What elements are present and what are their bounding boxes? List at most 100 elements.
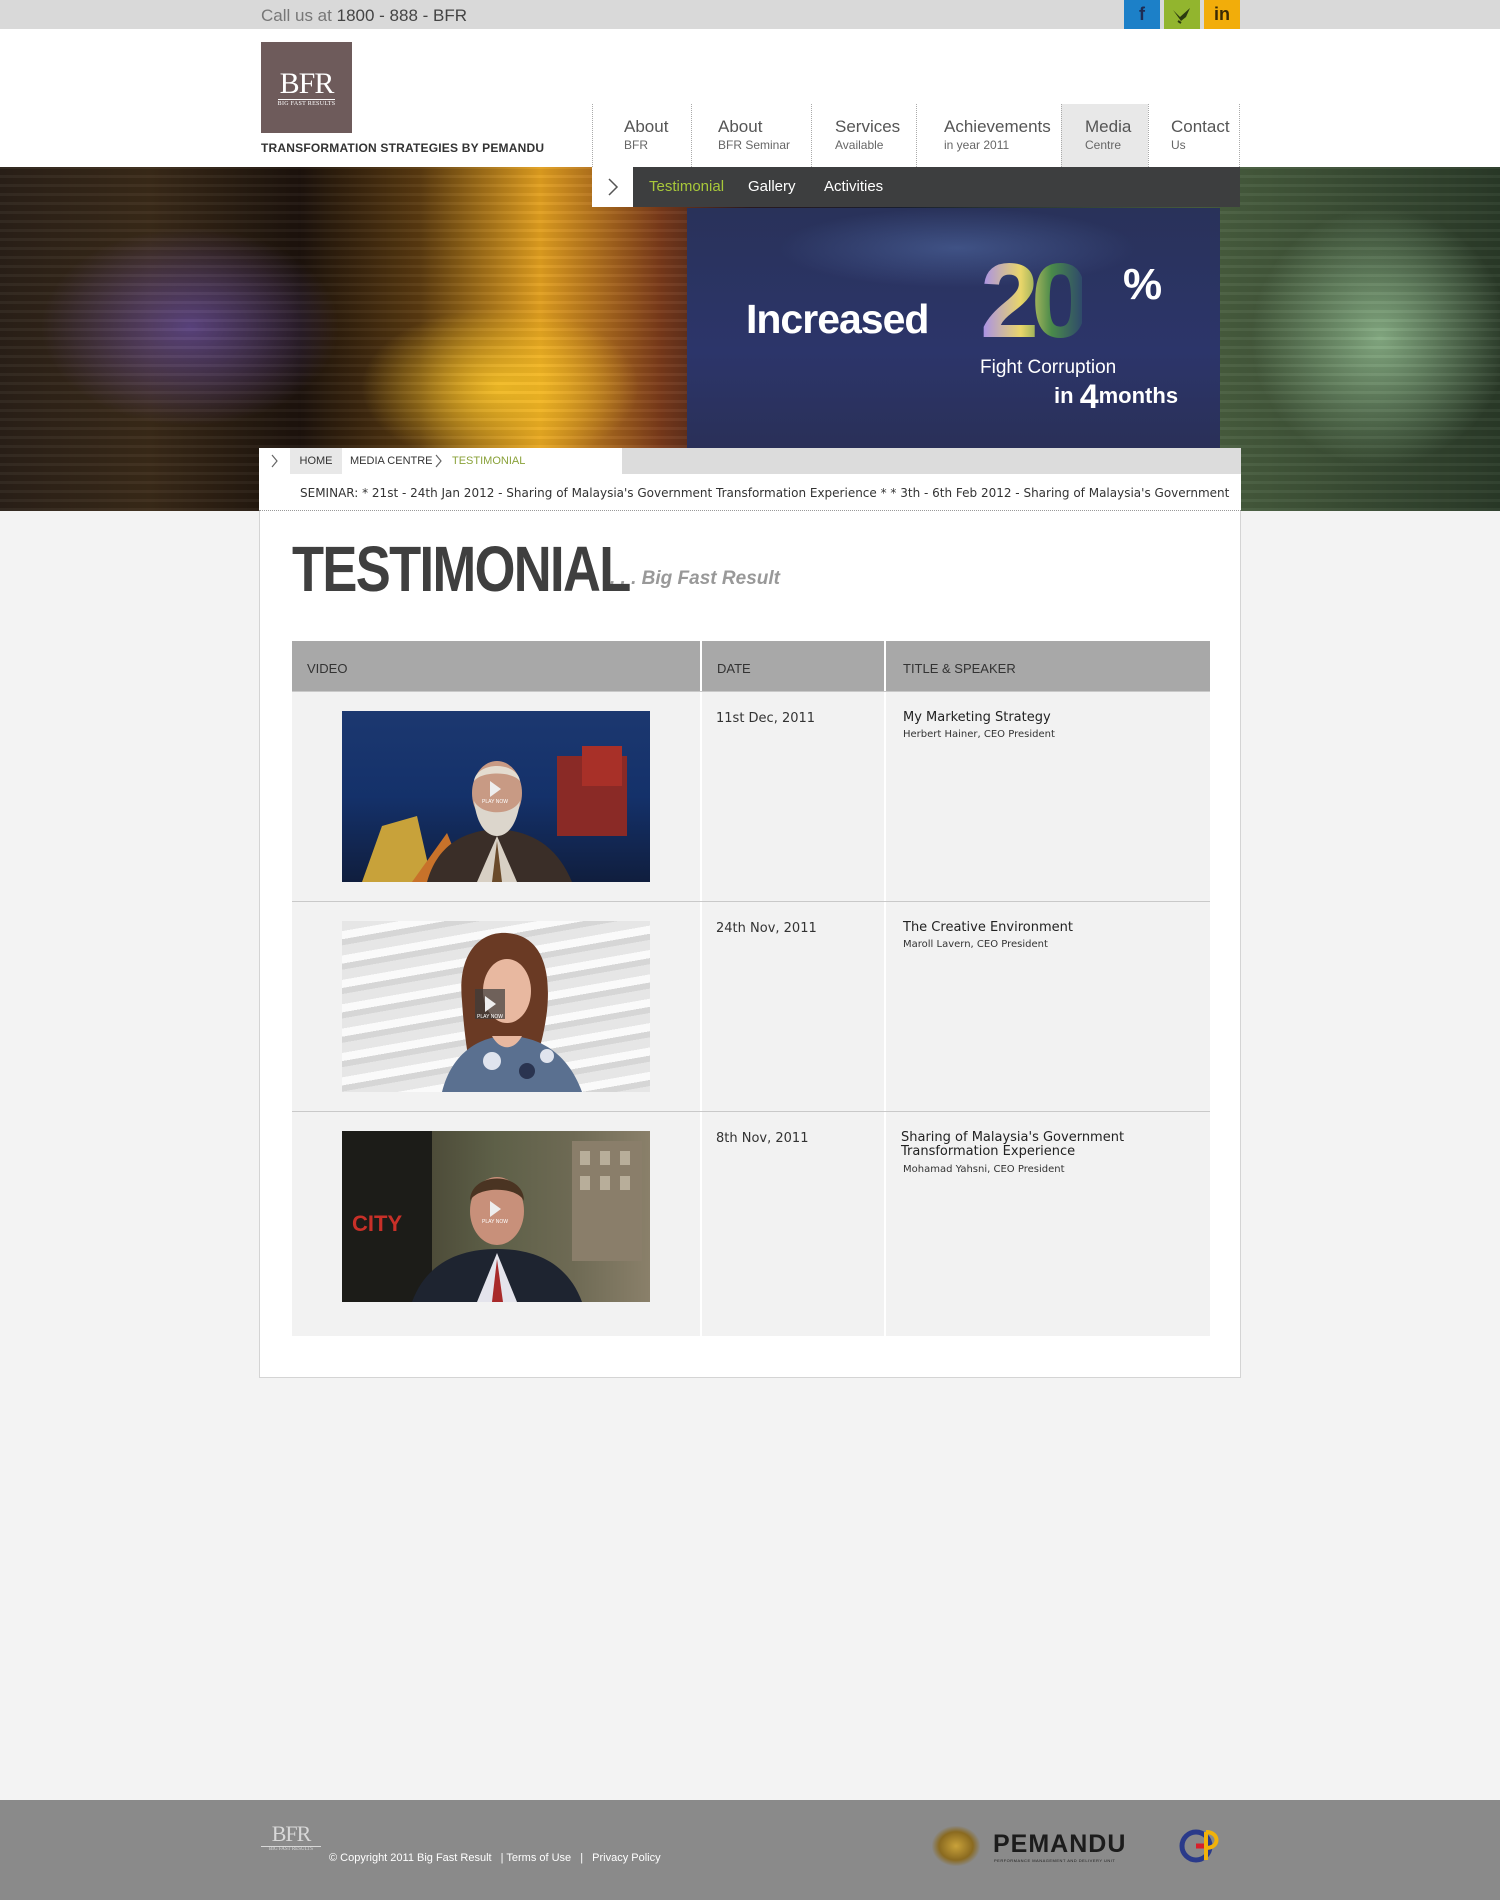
facebook-icon[interactable]: f [1124, 0, 1160, 29]
play-icon [489, 781, 501, 797]
promo-caption: Fight Corruption [980, 357, 1117, 378]
phone-line: Call us at 1800 - 888 - BFR [261, 6, 467, 26]
nav-label: Contact [1171, 117, 1230, 136]
video-title[interactable]: Sharing of Malaysia's Government Transfo… [901, 1131, 1141, 1159]
nav-achievements[interactable]: Achievements in year 2011 [916, 104, 1061, 167]
promo-unit: % [1123, 260, 1163, 309]
page-title: TESTIMONIAL [292, 533, 631, 605]
video-title[interactable]: The Creative Environment [903, 921, 1163, 935]
breadcrumb-media-centre[interactable]: MEDIA CENTRE [350, 455, 433, 467]
breadcrumb-arrow [259, 448, 290, 474]
nav-about-seminar[interactable]: About BFR Seminar [691, 104, 811, 167]
nav-label: Media [1085, 117, 1132, 136]
copyright: © Copyright 2011 Big Fast Result [329, 1852, 492, 1864]
promo-period: in 4months [1054, 378, 1178, 417]
promo-period-suffix: months [1098, 383, 1179, 408]
nav-sublabel: BFR [624, 138, 648, 152]
subnav-activities[interactable]: Activities [824, 178, 883, 195]
site-tagline: TRANSFORMATION STRATEGIES BY PEMANDU [261, 141, 545, 155]
play-icon [489, 1201, 501, 1217]
pemandu-logo[interactable]: PEMANDU PERFORMANCE MANAGEMENT AND DELIV… [932, 1826, 1222, 1870]
bfr-logo[interactable]: BFR BIG FAST RESULTS [261, 42, 352, 133]
footer-logo[interactable]: BFR BIG FAST RESULTS [261, 1822, 321, 1858]
footer-logo-subtext: BIG FAST RESULTS [261, 1846, 321, 1852]
subnav-gallery[interactable]: Gallery [748, 178, 796, 195]
logo-text: BFR [279, 66, 335, 100]
seminar-ticker: SEMINAR: * 21st - 24th Jan 2012 - Sharin… [259, 474, 1241, 511]
nav-label: Services [835, 117, 901, 136]
sub-nav: Testimonial Gallery Activities [592, 167, 1240, 207]
subnav-arrow [592, 167, 633, 207]
nav-sublabel: in year 2011 [944, 138, 1010, 152]
linkedin-icon[interactable]: in [1204, 0, 1240, 29]
video-thumbnail[interactable]: CITY PLAY NOW [342, 1131, 650, 1302]
twitter-icon[interactable] [1164, 0, 1200, 29]
nav-label: About [718, 117, 763, 136]
video-speaker: Mohamad Yahsni, CEO President [903, 1164, 1065, 1175]
site-header: BFR BIG FAST RESULTS TRANSFORMATION STRA… [0, 29, 1500, 167]
video-cell: CITY PLAY NOW [292, 1112, 702, 1336]
chevron-right-icon [271, 454, 278, 468]
gtp-logo-icon [1179, 1829, 1219, 1863]
column-header-date: DATE [702, 641, 886, 691]
main-nav: About BFR About BFR Seminar Services Ava… [592, 104, 1240, 167]
play-button[interactable]: PLAY NOW [482, 1201, 508, 1227]
nav-sublabel: BFR Seminar [718, 138, 791, 152]
promo-lead: Increased [746, 296, 929, 342]
phone-number[interactable]: 1800 - 888 - BFR [337, 6, 467, 25]
partner-name: PEMANDU [993, 1830, 1127, 1858]
site-footer: BFR BIG FAST RESULTS © Copyright 2011 Bi… [0, 1800, 1500, 1900]
date-cell: 8th Nov, 2011 [702, 1112, 886, 1336]
column-header-video: VIDEO [292, 641, 702, 691]
top-bar: Call us at 1800 - 888 - BFR f in [0, 0, 1500, 29]
breadcrumb-trail: MEDIA CENTRE TESTIMONIAL [342, 448, 622, 474]
nav-contact[interactable]: Contact Us [1148, 104, 1240, 167]
video-speaker: Herbert Hainer, CEO President [903, 729, 1055, 740]
play-icon [484, 996, 496, 1012]
chevron-right-icon [607, 178, 618, 196]
breadcrumb-home[interactable]: HOME [290, 448, 342, 474]
play-button[interactable]: PLAY NOW [475, 989, 505, 1020]
partner-subtitle: PERFORMANCE MANAGEMENT AND DELIVERY UNIT [994, 1858, 1116, 1863]
breadcrumb-current: TESTIMONIAL [452, 455, 526, 467]
nav-sublabel: Us [1171, 138, 1186, 152]
video-thumbnail[interactable]: PLAY NOW [342, 921, 650, 1092]
date-cell: 11st Dec, 2011 [702, 692, 886, 901]
terms-link[interactable]: | Terms of Use [501, 1852, 572, 1864]
promo-glow [777, 208, 1137, 288]
play-button[interactable]: PLAY NOW [482, 781, 508, 807]
page-subtitle: . . . Big Fast Result [610, 568, 780, 589]
bird-icon [1173, 7, 1190, 24]
testimonial-table: VIDEO DATE TITLE & SPEAKER PLAY NOW 11st… [292, 641, 1210, 1336]
logo-subtext: BIG FAST RESULTS [277, 98, 336, 107]
main-content: TESTIMONIAL . . . Big Fast Result VIDEO … [259, 511, 1241, 1378]
promo-period-number: 4 [1079, 378, 1099, 416]
nav-label: About [624, 117, 669, 136]
video-thumbnail[interactable]: PLAY NOW [342, 711, 650, 882]
promo-panel: Increased 20 % Fight Corruption in 4mont… [687, 208, 1220, 448]
privacy-link[interactable]: Privacy Policy [592, 1852, 660, 1864]
play-label: PLAY NOW [477, 1014, 503, 1020]
video-cell: PLAY NOW [292, 692, 702, 901]
subnav-testimonial[interactable]: Testimonial [649, 178, 724, 195]
footer-links: © Copyright 2011 Big Fast Result | Terms… [329, 1852, 661, 1864]
video-date: 24th Nov, 2011 [716, 921, 817, 936]
nav-sublabel: Centre [1085, 138, 1122, 152]
table-row: PLAY NOW 11st Dec, 2011 My Marketing Str… [292, 691, 1210, 901]
video-speaker: Maroll Lavern, CEO President [903, 939, 1048, 950]
nav-about-bfr[interactable]: About BFR [592, 104, 691, 167]
column-header-title: TITLE & SPEAKER [903, 661, 1016, 676]
nav-label: Achievements [944, 117, 1051, 136]
table-row: PLAY NOW 24th Nov, 2011 The Creative Env… [292, 901, 1210, 1111]
footer-logo-text: BFR [271, 1821, 312, 1846]
nav-sublabel: Available [835, 138, 884, 152]
ticker-text[interactable]: SEMINAR: * 21st - 24th Jan 2012 - Sharin… [300, 486, 1229, 500]
play-label: PLAY NOW [482, 799, 508, 805]
chevron-right-icon [435, 454, 442, 468]
video-title[interactable]: My Marketing Strategy [903, 711, 1163, 725]
video-date: 8th Nov, 2011 [716, 1131, 809, 1146]
nav-services[interactable]: Services Available [811, 104, 916, 167]
nav-media-centre[interactable]: Media Centre [1061, 104, 1148, 167]
table-header: VIDEO DATE TITLE & SPEAKER [292, 641, 1210, 691]
video-date: 11st Dec, 2011 [716, 711, 816, 726]
